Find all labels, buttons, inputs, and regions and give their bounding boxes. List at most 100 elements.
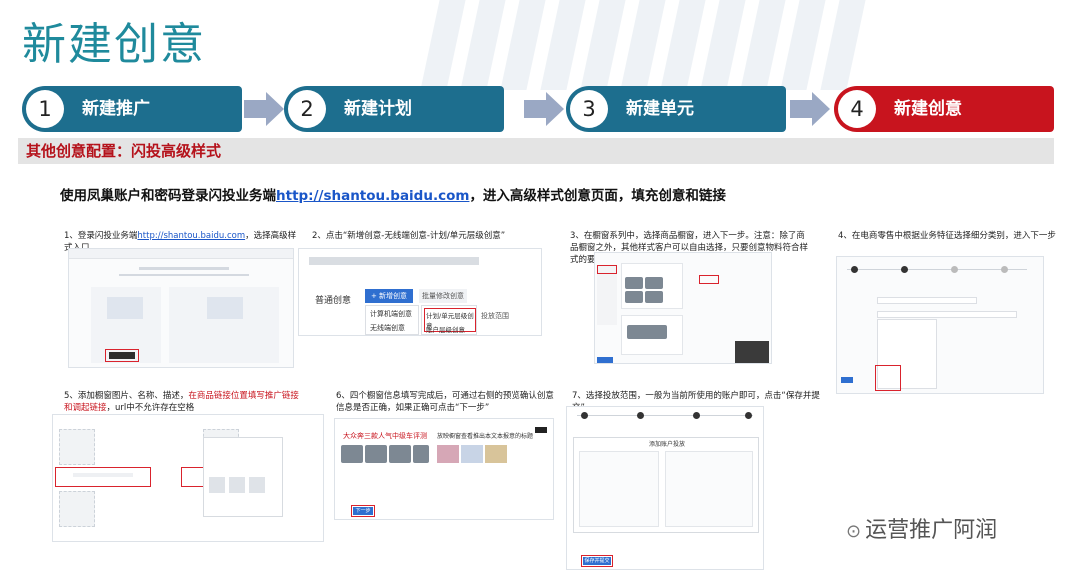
preview-panel xyxy=(735,341,769,363)
screenshot-new-creative: 普通创意 + 新增创意 批量修改创意 计算机端创意 无线端创意 计划/单元层级创… xyxy=(298,248,542,336)
caption-text: 1、登录闪投业务端 xyxy=(64,231,138,241)
progress-line xyxy=(847,269,1027,270)
section-title: 其他创意配置：闪投高级样式 xyxy=(26,142,222,160)
shantou-link[interactable]: http://shantou.baidu.com xyxy=(276,188,469,204)
arrow-right-icon xyxy=(244,92,284,126)
screenshot-scope: 添加账户投放 保存并提交 xyxy=(566,406,764,570)
car-image xyxy=(341,445,363,463)
step-3[interactable]: 3 新建单元 xyxy=(566,86,786,132)
step-label: 新建计划 xyxy=(344,99,412,119)
intro-suffix: ，进入高级样式创意页面，填充创意和链接 xyxy=(469,188,726,204)
image-upload[interactable] xyxy=(59,429,95,465)
step-dot xyxy=(901,266,908,273)
step-label: 新建推广 xyxy=(82,99,150,119)
dropdown-menu: 计算机端创意 无线端创意 xyxy=(365,305,419,335)
submenu: 计划/单元层级创意 账户层级创意 xyxy=(421,305,477,335)
screenshot-login xyxy=(68,248,294,368)
panel-title: 添加账户投放 xyxy=(649,441,686,448)
menu-item-pc[interactable]: 计算机端创意 xyxy=(370,309,412,319)
step-2[interactable]: 2 新建计划 xyxy=(284,86,504,132)
screenshot-preview: 大众奔三款人气中级车评测 放映橱窗查看推出本文本报意的标题 下一步 xyxy=(334,418,554,520)
step-label: 新建单元 xyxy=(626,99,694,119)
car-image xyxy=(625,291,643,303)
preview-title-left: 大众奔三款人气中级车评测 xyxy=(343,432,427,440)
car-image xyxy=(645,291,663,303)
caption-text: ，url中不允许存在空格 xyxy=(106,403,195,413)
progress-line xyxy=(577,415,753,416)
add-creative-button[interactable]: + 新增创意 xyxy=(365,289,413,303)
next-button[interactable] xyxy=(597,357,613,363)
product-image xyxy=(437,445,459,463)
step-dot xyxy=(951,266,958,273)
arrow-right-icon xyxy=(524,92,564,126)
step-number: 1 xyxy=(26,90,64,128)
car-image xyxy=(627,325,667,339)
step-number: 4 xyxy=(838,90,876,128)
menu-normal-creative[interactable]: 普通创意 xyxy=(315,293,351,306)
thumbnail xyxy=(229,477,245,493)
section-header: 其他创意配置：闪投高级样式 xyxy=(18,138,1054,164)
car-image xyxy=(365,445,387,463)
screenshot-fill-info xyxy=(52,414,324,542)
highlight-box xyxy=(699,275,719,284)
step-dot xyxy=(637,412,644,419)
highlight-box xyxy=(597,265,617,274)
product-image xyxy=(485,445,507,463)
highlight-box xyxy=(581,555,613,567)
close-icon[interactable] xyxy=(535,427,547,433)
highlight-box xyxy=(55,467,151,487)
top-bar xyxy=(69,249,293,259)
step-number: 3 xyxy=(570,90,608,128)
bulk-edit-button[interactable]: 批量修改创意 xyxy=(419,289,467,303)
preview-title-right: 放映橱窗查看推出本文本报意的标题 xyxy=(437,433,534,440)
illustration xyxy=(107,297,143,319)
car-image xyxy=(625,277,643,289)
caption-step-6: 6、四个橱窗信息填写完成后，可通过右侧的预览确认创意信息是否正确，如果正确可点击… xyxy=(336,391,554,413)
intro-prefix: 使用凤巢账户和密码登录闪投业务端 xyxy=(60,188,276,204)
step-dot xyxy=(745,412,752,419)
thumbnail xyxy=(249,477,265,493)
screenshot-category xyxy=(836,256,1044,394)
screenshot-window-select xyxy=(594,252,772,364)
step-dot xyxy=(851,266,858,273)
step-label: 新建创意 xyxy=(894,99,962,119)
intro-text: 使用凤巢账户和密码登录闪投业务端http://shantou.baidu.com… xyxy=(60,184,726,204)
step-4[interactable]: 4 新建创意 xyxy=(834,86,1054,132)
car-image xyxy=(645,277,663,289)
car-image xyxy=(389,445,411,463)
menu-item-mobile[interactable]: 无线端创意 xyxy=(370,323,405,333)
watermark: ⊙ 运营推广阿润 xyxy=(846,512,997,544)
caption-text: 5、添加橱窗图片、名称、描述， xyxy=(64,391,189,401)
car-image xyxy=(413,445,429,463)
account-list-left[interactable] xyxy=(579,451,659,527)
arrow-right-icon xyxy=(790,92,830,126)
text-line xyxy=(119,274,249,276)
wechat-icon: ⊙ xyxy=(846,521,862,542)
input-field[interactable] xyxy=(877,297,977,304)
page-title: 新建创意 xyxy=(22,19,206,70)
illustration xyxy=(207,297,243,319)
scope-label: 投放范围 xyxy=(481,312,509,320)
select-field[interactable] xyxy=(877,311,1017,318)
menu-item-account[interactable]: 账户层级创意 xyxy=(426,324,465,334)
step-dot xyxy=(693,412,700,419)
caption-step-4: 4、在电商零售中根据业务特征选择细分类别，进入下一步 xyxy=(838,231,1056,241)
highlight-box xyxy=(875,365,901,391)
step-number: 2 xyxy=(288,90,326,128)
highlight-box xyxy=(351,505,375,517)
highlight-box xyxy=(105,349,139,362)
caption-step-2: 2、点击“新增创意-无线端创意-计划/单元层级创意” xyxy=(312,231,506,241)
step-dot xyxy=(1001,266,1008,273)
image-upload[interactable] xyxy=(59,491,95,527)
watermark-text: 运营推广阿润 xyxy=(865,518,998,543)
blurred-header xyxy=(309,257,479,265)
next-button[interactable] xyxy=(841,377,853,383)
side-menu xyxy=(597,265,617,325)
step-dot xyxy=(581,412,588,419)
caption-step-5: 5、添加橱窗图片、名称、描述，在商品链接位置填写推广链接和调起链接，url中不允… xyxy=(64,390,300,414)
step-1[interactable]: 1 新建推广 xyxy=(22,86,242,132)
thumbnail xyxy=(209,477,225,493)
text-line xyxy=(139,267,229,270)
account-list-right[interactable] xyxy=(665,451,753,527)
caption-link[interactable]: http://shantou.baidu.com xyxy=(137,231,245,241)
